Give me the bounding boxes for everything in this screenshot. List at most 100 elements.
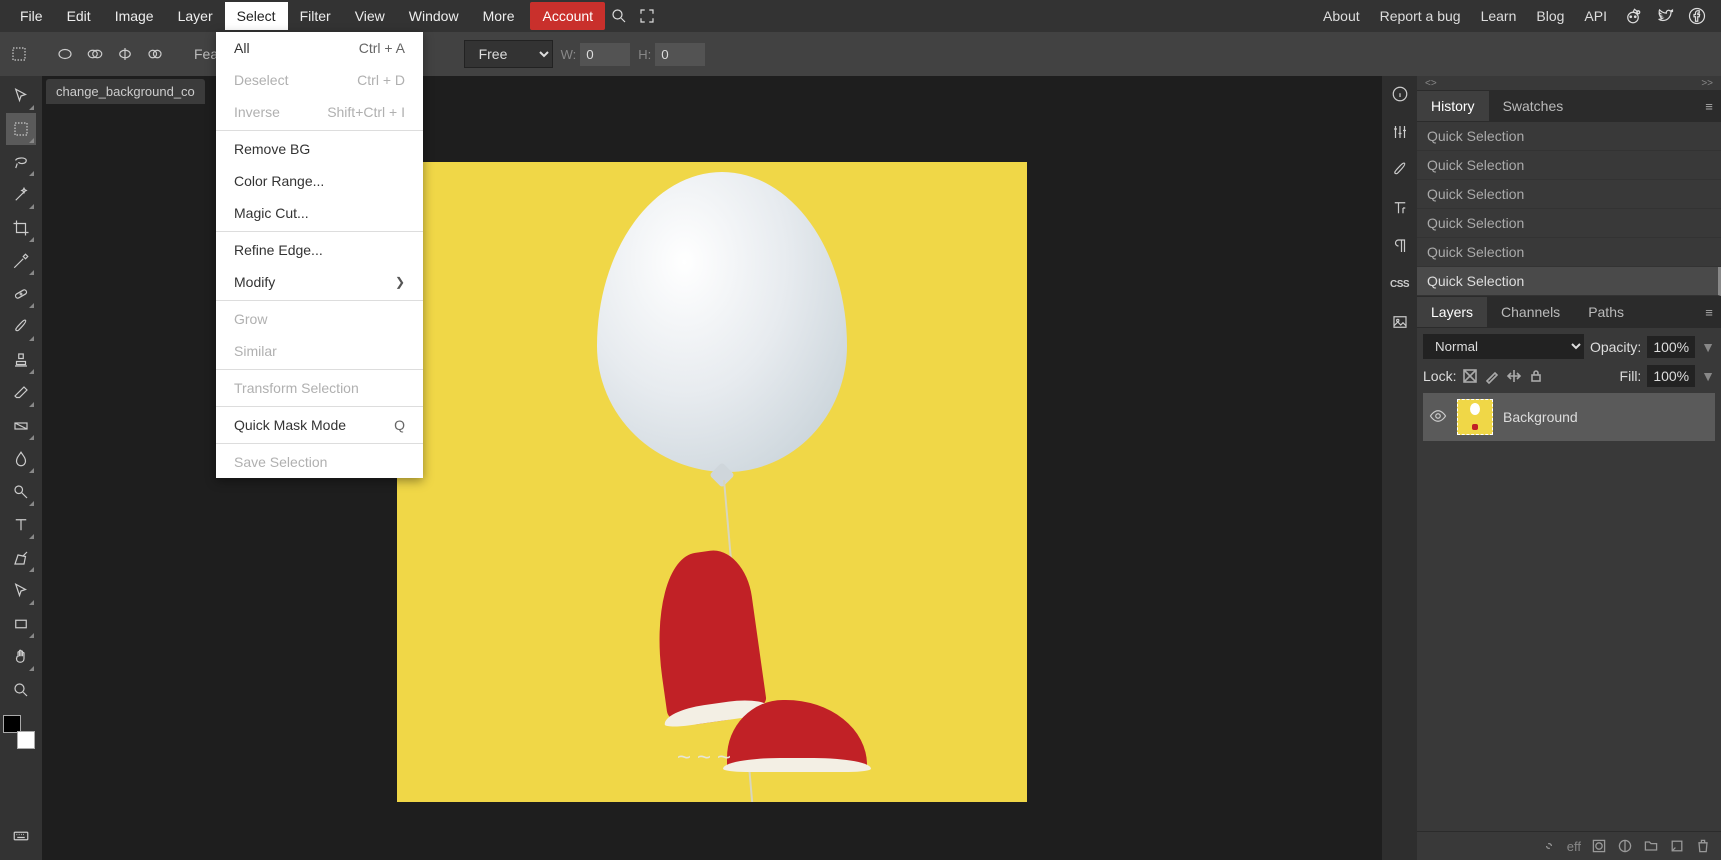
link-api[interactable]: API <box>1574 2 1617 30</box>
link-blog[interactable]: Blog <box>1526 2 1574 30</box>
menu-more[interactable]: More <box>471 2 527 30</box>
history-list: Quick SelectionQuick SelectionQuick Sele… <box>1417 122 1721 296</box>
sel-add-icon[interactable] <box>84 43 106 65</box>
menu-view[interactable]: View <box>343 2 397 30</box>
lock-all-icon[interactable] <box>1528 368 1544 384</box>
history-item[interactable]: Quick Selection <box>1417 238 1721 267</box>
brush-tool-icon[interactable] <box>6 311 36 343</box>
layers-panel-menu-icon[interactable]: ≡ <box>1697 305 1721 320</box>
sel-intersect-icon[interactable] <box>144 43 166 65</box>
zoom-tool-icon[interactable] <box>6 674 36 706</box>
right-dock: CSS <box>1382 76 1417 860</box>
menu-layer[interactable]: Layer <box>166 2 225 30</box>
document-tab[interactable]: change_background_co <box>46 79 205 104</box>
character-panel-icon[interactable] <box>1388 196 1412 220</box>
history-item[interactable]: Quick Selection <box>1417 180 1721 209</box>
menu-file[interactable]: File <box>8 2 55 30</box>
opacity-value[interactable]: 100% <box>1647 336 1695 358</box>
info-panel-icon[interactable] <box>1388 82 1412 106</box>
tab-swatches[interactable]: Swatches <box>1489 91 1578 121</box>
menu-item-magic-cut-[interactable]: Magic Cut... <box>216 197 423 229</box>
fullscreen-icon[interactable] <box>633 2 661 30</box>
delete-layer-icon[interactable] <box>1695 838 1711 854</box>
blur-tool-icon[interactable] <box>6 443 36 475</box>
adjust-panel-icon[interactable] <box>1388 120 1412 144</box>
tab-history[interactable]: History <box>1417 91 1489 121</box>
menu-select[interactable]: Select <box>225 2 288 30</box>
menu-image[interactable]: Image <box>103 2 166 30</box>
menu-window[interactable]: Window <box>397 2 471 30</box>
marquee-rect-icon[interactable] <box>8 43 30 65</box>
keyboard-icon[interactable] <box>6 820 36 852</box>
link-learn[interactable]: Learn <box>1471 2 1527 30</box>
layer-effects-label[interactable]: eff <box>1567 839 1581 854</box>
hand-tool-icon[interactable] <box>6 641 36 673</box>
menu-account[interactable]: Account <box>530 2 605 30</box>
marquee-tool-icon[interactable] <box>6 113 36 145</box>
move-tool-icon[interactable] <box>6 80 36 112</box>
stamp-tool-icon[interactable] <box>6 344 36 376</box>
history-item[interactable]: Quick Selection <box>1417 267 1721 296</box>
link-report-bug[interactable]: Report a bug <box>1370 2 1471 30</box>
layer-visibility-icon[interactable] <box>1429 407 1447 428</box>
adjustment-layer-icon[interactable] <box>1617 838 1633 854</box>
history-item[interactable]: Quick Selection <box>1417 122 1721 151</box>
h-input[interactable] <box>655 43 705 66</box>
pen-tool-icon[interactable] <box>6 542 36 574</box>
tab-paths[interactable]: Paths <box>1574 297 1638 327</box>
menu-item-refine-edge-[interactable]: Refine Edge... <box>216 234 423 266</box>
layer-item[interactable]: Background <box>1423 393 1715 441</box>
lock-transparent-icon[interactable] <box>1462 368 1478 384</box>
menu-item-quick-mask-mode[interactable]: Quick Mask ModeQ <box>216 409 423 441</box>
layer-mask-icon[interactable] <box>1591 838 1607 854</box>
image-panel-icon[interactable] <box>1388 310 1412 334</box>
dodge-tool-icon[interactable] <box>6 476 36 508</box>
search-icon[interactable] <box>605 2 633 30</box>
type-tool-icon[interactable] <box>6 509 36 541</box>
shape-tool-icon[interactable] <box>6 608 36 640</box>
menu-filter[interactable]: Filter <box>288 2 343 30</box>
sel-subtract-icon[interactable] <box>114 43 136 65</box>
fill-chevron-icon[interactable]: ▼ <box>1701 368 1715 384</box>
eyedropper-tool-icon[interactable] <box>6 245 36 277</box>
menu-item-remove-bg[interactable]: Remove BG <box>216 133 423 165</box>
menu-item-all[interactable]: AllCtrl + A <box>216 32 423 64</box>
css-panel-icon[interactable]: CSS <box>1388 272 1412 296</box>
link-about[interactable]: About <box>1313 2 1370 30</box>
brush-panel-icon[interactable] <box>1388 158 1412 182</box>
paragraph-panel-icon[interactable] <box>1388 234 1412 258</box>
gradient-tool-icon[interactable] <box>6 410 36 442</box>
eraser-tool-icon[interactable] <box>6 377 36 409</box>
twitter-icon[interactable] <box>1653 4 1677 28</box>
w-input[interactable] <box>580 43 630 66</box>
menu-edit[interactable]: Edit <box>55 2 103 30</box>
lasso-tool-icon[interactable] <box>6 146 36 178</box>
wand-tool-icon[interactable] <box>6 179 36 211</box>
new-group-icon[interactable] <box>1643 838 1659 854</box>
menu-item-color-range-[interactable]: Color Range... <box>216 165 423 197</box>
heal-tool-icon[interactable] <box>6 278 36 310</box>
sel-new-icon[interactable] <box>54 43 76 65</box>
blend-mode-select[interactable]: Normal <box>1423 334 1584 359</box>
history-item[interactable]: Quick Selection <box>1417 151 1721 180</box>
tab-channels[interactable]: Channels <box>1487 297 1574 327</box>
canvas[interactable]: ~~~ <box>397 162 1027 802</box>
fill-value[interactable]: 100% <box>1647 365 1695 387</box>
color-swatch[interactable] <box>3 715 39 751</box>
panel-collapse-left-icon[interactable]: <> <box>1425 78 1437 89</box>
menu-item-modify[interactable]: Modify❯ <box>216 266 423 298</box>
tab-layers[interactable]: Layers <box>1417 297 1487 327</box>
history-panel-menu-icon[interactable]: ≡ <box>1697 99 1721 114</box>
lock-brush-icon[interactable] <box>1484 368 1500 384</box>
facebook-icon[interactable] <box>1685 4 1709 28</box>
crop-tool-icon[interactable] <box>6 212 36 244</box>
reddit-icon[interactable] <box>1621 4 1645 28</box>
opacity-chevron-icon[interactable]: ▼ <box>1701 339 1715 355</box>
lock-move-icon[interactable] <box>1506 368 1522 384</box>
path-select-tool-icon[interactable] <box>6 575 36 607</box>
ratio-select[interactable]: Free <box>464 40 553 68</box>
history-item[interactable]: Quick Selection <box>1417 209 1721 238</box>
new-layer-icon[interactable] <box>1669 838 1685 854</box>
link-layers-icon[interactable] <box>1541 838 1557 854</box>
panel-collapse-right-icon[interactable]: >> <box>1701 78 1713 89</box>
